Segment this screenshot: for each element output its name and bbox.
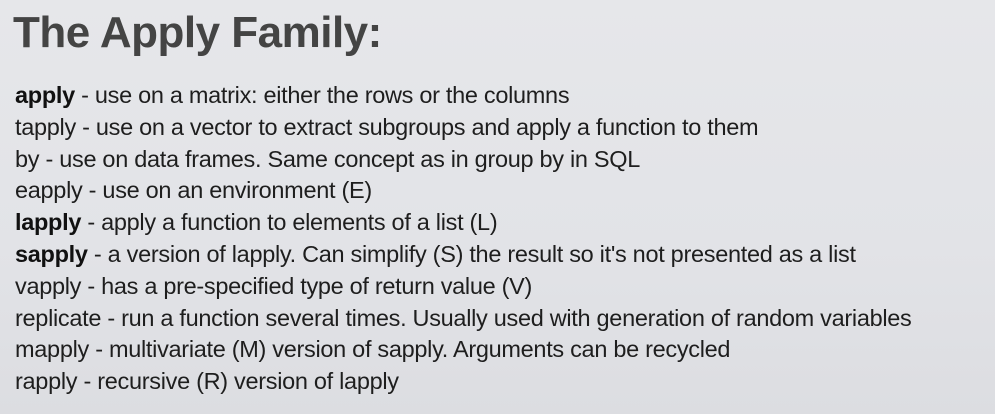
function-description: - apply a function to elements of a list… — [81, 209, 498, 236]
function-description: - use on an environment (E) — [82, 177, 373, 204]
function-name: vapply — [15, 272, 82, 299]
function-name: tapply — [15, 113, 76, 140]
list-item: vapply - has a pre-specified type of ret… — [15, 271, 912, 303]
function-name: rapply — [15, 368, 78, 395]
function-description: - a version of lapply. Can simplify (S) … — [87, 240, 856, 267]
function-name: lapply — [15, 209, 82, 236]
function-description: - recursive (R) version of lapply — [77, 368, 399, 395]
function-name: by — [15, 145, 40, 172]
list-item: rapply - recursive (R) version of lapply — [15, 366, 912, 398]
list-item: sapply - a version of lapply. Can simpli… — [15, 239, 912, 271]
list-item: tapply - use on a vector to extract subg… — [15, 112, 912, 144]
function-description: - run a function several times. Usually … — [101, 304, 912, 331]
function-list: apply - use on a matrix: either the rows… — [15, 80, 912, 398]
function-name: mapply — [15, 336, 89, 363]
function-name: eapply — [15, 177, 83, 204]
function-description: - multivariate (M) version of sapply. Ar… — [88, 336, 731, 363]
list-item: apply - use on a matrix: either the rows… — [15, 80, 912, 112]
function-description: - use on a matrix: either the rows or th… — [74, 82, 570, 108]
function-description: - use on data frames. Same concept as in… — [39, 145, 640, 172]
list-item: eapply - use on an environment (E) — [15, 175, 912, 207]
function-name: replicate — [15, 304, 102, 331]
list-item: lapply - apply a function to elements of… — [15, 207, 912, 239]
function-name: sapply — [15, 240, 88, 267]
slide-title: The Apply Family: — [13, 8, 382, 57]
list-item: mapply - multivariate (M) version of sap… — [15, 334, 912, 366]
list-item: replicate - run a function several times… — [15, 303, 912, 335]
function-description: - use on a vector to extract subgroups a… — [75, 113, 759, 140]
list-item: by - use on data frames. Same concept as… — [15, 144, 912, 176]
function-name: apply — [15, 82, 75, 108]
function-description: - has a pre-specified type of return val… — [81, 272, 533, 299]
